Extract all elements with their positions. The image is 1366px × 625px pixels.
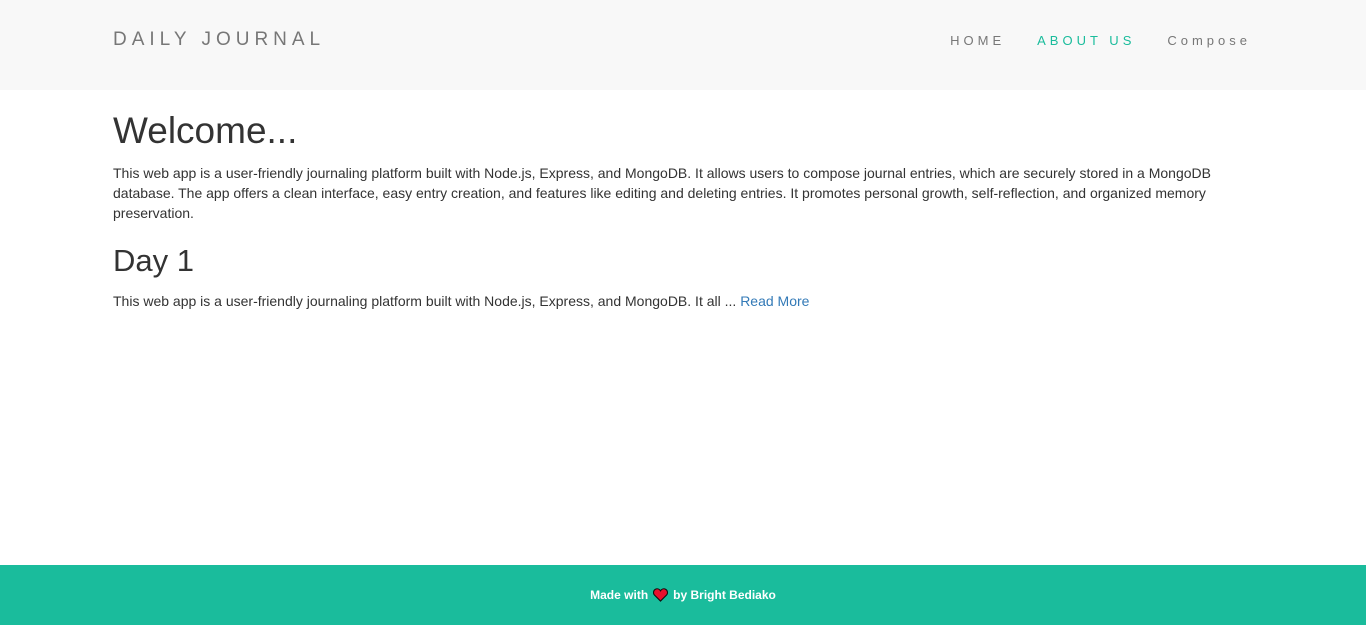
nav-link-home[interactable]: HOME (950, 33, 1005, 48)
post-title: Day 1 (113, 242, 194, 278)
footer-suffix: by Bright Bediako (673, 588, 776, 602)
main-content: Welcome... This web app is a user-friend… (113, 105, 1238, 311)
heart-icon (653, 588, 669, 602)
nav-link-about-us[interactable]: ABOUT US (1037, 33, 1135, 48)
nav-link-compose[interactable]: Compose (1167, 33, 1251, 48)
footer: Made with by Bright Bediako (0, 565, 1366, 625)
brand-logo[interactable]: DAILY JOURNAL (113, 29, 325, 51)
nav-menu: HOME ABOUT US Compose (918, 32, 1251, 50)
page: DAILY JOURNAL HOME ABOUT US Compose Welc… (0, 0, 1366, 625)
post-entry: Day 1 This web app is a user-friendly jo… (113, 242, 1238, 311)
nav-item-home: HOME (950, 32, 1005, 50)
page-title: Welcome... (113, 110, 298, 151)
intro-paragraph: This web app is a user-friendly journali… (113, 164, 1211, 221)
post-excerpt: This web app is a user-friendly journali… (113, 291, 1238, 311)
footer-prefix: Made with (590, 588, 649, 602)
nav-item-about-us: ABOUT US (1037, 32, 1135, 50)
nav-item-compose: Compose (1167, 32, 1251, 50)
navbar: DAILY JOURNAL HOME ABOUT US Compose (0, 0, 1366, 90)
post-excerpt-text: This web app is a user-friendly journali… (113, 292, 737, 309)
read-more-link[interactable]: Read More (740, 293, 809, 309)
